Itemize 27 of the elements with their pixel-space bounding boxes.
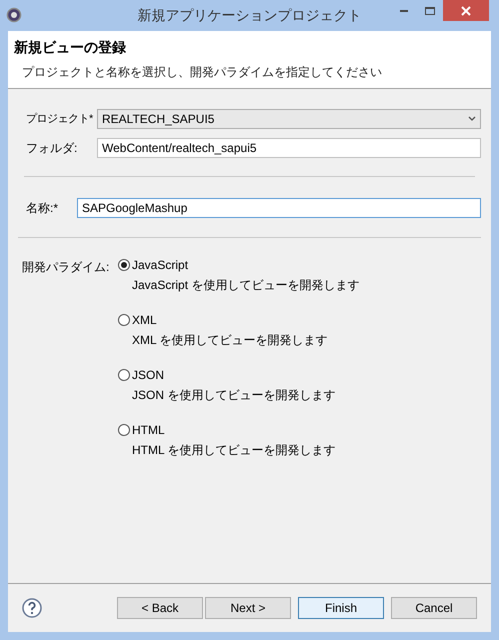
radio-option[interactable]: HTML xyxy=(118,422,360,438)
field-label: フォルダ: xyxy=(25,140,78,157)
radio-option[interactable]: JavaScript xyxy=(118,257,360,273)
radio-option[interactable]: XML xyxy=(118,312,360,328)
option-description: XML を使用してビューを開発します xyxy=(131,332,329,349)
field-label: 開発パラダイム: xyxy=(21,259,110,276)
help-icon[interactable] xyxy=(22,598,42,618)
app-icon[interactable] xyxy=(6,7,22,23)
dialog-button[interactable]: Next > xyxy=(205,597,291,619)
close-icon xyxy=(461,6,471,16)
name-field[interactable]: SAPGoogleMashup xyxy=(77,198,481,218)
chevron-icon xyxy=(468,116,476,122)
page-description: プロジェクトと名称を選択し、開発パラダイムを指定してください xyxy=(21,64,383,81)
dialog-button[interactable]: < Back xyxy=(117,597,203,619)
dialog-button[interactable]: Cancel xyxy=(391,597,477,619)
option-description: HTML を使用してビューを開発します xyxy=(131,442,337,459)
folder-field[interactable]: WebContent/realtech_sapui5 xyxy=(97,138,481,158)
field-label: プロジェクト* xyxy=(25,112,94,127)
option-description: JavaScript を使用してビューを開発します xyxy=(131,277,360,294)
dialog-button[interactable]: Finish xyxy=(298,597,384,619)
window-title: 新規アプリケーションプロジェクト xyxy=(138,7,362,23)
radio-option[interactable]: JSON xyxy=(118,367,360,383)
page-title: 新規ビューの登録 xyxy=(14,38,127,57)
project-dropdown[interactable]: REALTECH_SAPUI5 xyxy=(97,109,481,129)
field-label: 名称:* xyxy=(25,200,60,217)
option-description: JSON を使用してビューを開発します xyxy=(131,387,336,404)
close-button[interactable] xyxy=(443,0,489,21)
